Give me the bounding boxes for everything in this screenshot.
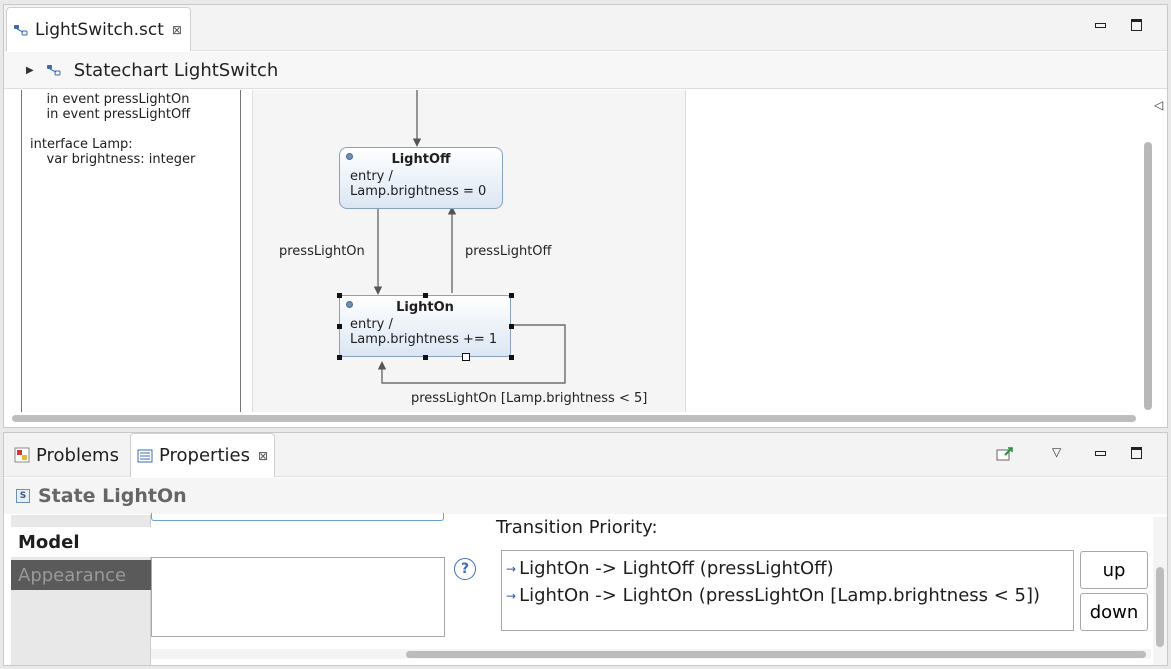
- minimize-icon[interactable]: [1092, 445, 1108, 461]
- side-tab-appearance[interactable]: Appearance: [11, 560, 151, 590]
- tab-label: Properties: [159, 445, 250, 466]
- editor-panel: LightSwitch.sct ⊠ ▶ Statechart LightSwit…: [3, 4, 1168, 428]
- selection-handle[interactable]: [337, 355, 342, 360]
- properties-vertical-scrollbar[interactable]: [1153, 517, 1167, 665]
- pin-view-icon[interactable]: [996, 447, 1014, 461]
- maximize-icon[interactable]: [1128, 445, 1144, 461]
- properties-tab-bar: Problems Properties ⊠ ▽: [4, 433, 1167, 477]
- close-icon[interactable]: ⊠: [172, 23, 182, 37]
- selection-handle[interactable]: [509, 355, 514, 360]
- state-body: entry / Lamp.brightness += 1: [350, 317, 498, 347]
- editor-tab-bar: LightSwitch.sct ⊠: [4, 5, 1167, 51]
- problems-icon: [14, 447, 30, 463]
- breadcrumb-label[interactable]: Statechart LightSwitch: [74, 60, 279, 81]
- tab-problems[interactable]: Problems: [8, 433, 125, 477]
- expand-arrow-icon[interactable]: ▶: [26, 65, 34, 76]
- list-item[interactable]: → LightOn -> LightOn (pressLightOn [Lamp…: [506, 582, 1073, 609]
- transition-priority-list[interactable]: → LightOn -> LightOff (pressLightOff) → …: [501, 550, 1074, 631]
- transition-arrow-icon: →: [506, 588, 517, 603]
- up-button[interactable]: up: [1080, 551, 1148, 589]
- down-button[interactable]: down: [1080, 593, 1148, 631]
- transition-priority-label: Transition Priority:: [496, 517, 658, 538]
- state-marker-icon: [346, 153, 353, 160]
- scroll-thumb[interactable]: [406, 651, 1146, 658]
- statechart-icon: [46, 63, 62, 77]
- selection-handle[interactable]: [423, 355, 428, 360]
- properties-header: S State LightOn: [4, 478, 1167, 514]
- connection-handle[interactable]: [462, 353, 470, 361]
- name-field[interactable]: [151, 513, 444, 521]
- editor-horizontal-scrollbar[interactable]: [12, 413, 1140, 423]
- maximize-icon[interactable]: [1128, 17, 1144, 33]
- tab-properties[interactable]: Properties ⊠: [130, 433, 276, 477]
- properties-side-tabs: Model Appearance: [11, 515, 151, 665]
- selection-handle[interactable]: [337, 293, 342, 298]
- editor-tab-lightswitch[interactable]: LightSwitch.sct ⊠: [6, 7, 191, 51]
- edge-label[interactable]: pressLightOff: [465, 244, 552, 259]
- state-icon: S: [16, 489, 30, 503]
- state-marker-icon: [346, 301, 353, 308]
- tab-label: Problems: [36, 444, 119, 466]
- statechart-icon: [13, 23, 29, 37]
- state-name: LightOff: [391, 152, 451, 167]
- transition-arrow-icon: →: [506, 561, 517, 576]
- selection-handle[interactable]: [423, 293, 428, 298]
- help-icon[interactable]: ?: [454, 558, 476, 580]
- edge-label[interactable]: pressLightOn [Lamp.brightness < 5]: [411, 391, 647, 406]
- side-tab-model[interactable]: Model: [11, 527, 151, 557]
- editor-vertical-scrollbar[interactable]: ◁: [1138, 90, 1166, 415]
- close-icon[interactable]: ⊠: [258, 449, 268, 463]
- selection-handle[interactable]: [509, 324, 514, 329]
- properties-title: State LightOn: [38, 485, 187, 507]
- scroll-thumb[interactable]: [1144, 142, 1152, 410]
- minimize-icon[interactable]: [1092, 17, 1108, 33]
- state-name: LightOn: [396, 300, 454, 315]
- definition-section[interactable]: in event pressLightOn in event pressLigh…: [21, 90, 241, 412]
- breadcrumb: ▶ Statechart LightSwitch: [4, 52, 1167, 89]
- state-body: entry / Lamp.brightness = 0: [350, 169, 487, 199]
- list-item[interactable]: → LightOn -> LightOff (pressLightOff): [506, 555, 1073, 582]
- properties-panel: Problems Properties ⊠ ▽ S State LightOn …: [3, 432, 1168, 666]
- collapse-arrow-icon[interactable]: ◁: [1154, 98, 1163, 112]
- diagram-canvas[interactable]: LightOff entry / Lamp.brightness = 0 Lig…: [252, 90, 686, 412]
- editor-tab-label: LightSwitch.sct: [35, 19, 164, 40]
- documentation-field[interactable]: [151, 557, 445, 637]
- selection-handle[interactable]: [509, 293, 514, 298]
- scroll-thumb[interactable]: [12, 415, 1136, 422]
- view-menu-icon[interactable]: ▽: [1052, 445, 1061, 459]
- editor-blank-area: [687, 90, 1137, 412]
- scroll-thumb[interactable]: [1156, 567, 1164, 647]
- state-light-off[interactable]: LightOff entry / Lamp.brightness = 0: [339, 147, 503, 209]
- state-light-on[interactable]: LightOn entry / Lamp.brightness += 1: [339, 295, 511, 357]
- properties-horizontal-scrollbar[interactable]: [151, 649, 1151, 659]
- properties-icon: [137, 449, 153, 463]
- selection-handle[interactable]: [337, 324, 342, 329]
- edge-label[interactable]: pressLightOn: [279, 244, 365, 259]
